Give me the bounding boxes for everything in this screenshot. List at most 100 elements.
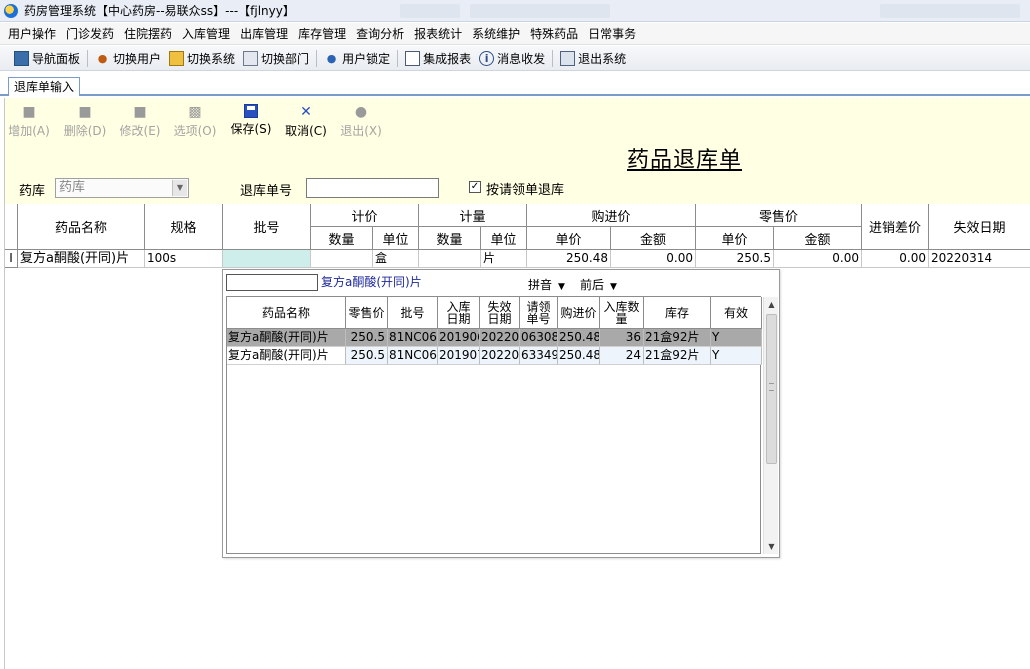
menu-system[interactable]: 系统维护 [470, 25, 528, 42]
tab-strip: 退库单输入 [0, 72, 1030, 96]
col-header-retail-amount[interactable]: 金额 [774, 227, 862, 250]
popup-vertical-scrollbar[interactable]: ▲ ▼ [763, 297, 778, 554]
toolbar-separator [397, 49, 399, 67]
menu-outbound[interactable]: 出库管理 [238, 25, 296, 42]
col-header-expiry[interactable]: 失效日期 [929, 204, 1030, 250]
col-header-name[interactable]: 药品名称 [18, 204, 145, 250]
add-icon: ■ [22, 104, 36, 120]
cell-retail-amount[interactable]: 0.00 [774, 250, 862, 268]
batch-cell-in-date: 201906 [438, 329, 480, 347]
cell-margin[interactable]: 0.00 [862, 250, 929, 268]
switch-system-button[interactable]: 切换系统 [165, 48, 239, 68]
row-indicator: I [5, 250, 18, 268]
cell-measure-qty[interactable] [419, 250, 481, 268]
batch-col-stock[interactable]: 库存 [644, 297, 711, 329]
warehouse-select[interactable]: 药库 ▼ [55, 178, 189, 198]
menu-inpatient-dispense[interactable]: 住院摆药 [122, 25, 180, 42]
toolbar-label: 切换系统 [187, 51, 236, 66]
user-lock-button[interactable]: ● 用户锁定 [320, 48, 394, 68]
menu-user-ops[interactable]: 用户操作 [6, 25, 64, 42]
scroll-down-icon[interactable]: ▼ [764, 539, 779, 554]
edit-button-label: 修改(E) [119, 124, 161, 138]
popup-search-input[interactable] [226, 274, 318, 291]
menu-reports[interactable]: 报表统计 [412, 25, 470, 42]
col-group-pricing: 计价 [311, 204, 419, 227]
match-mode-dropdown[interactable]: 前后 ▼ [580, 276, 617, 293]
col-header-measure-qty[interactable]: 数量 [419, 227, 481, 250]
col-header-purchase-amount[interactable]: 金额 [611, 227, 696, 250]
cell-batch[interactable] [223, 250, 311, 268]
cell-price-qty[interactable] [311, 250, 373, 268]
toolbar-label: 切换部门 [261, 51, 310, 66]
by-requisition-checkbox[interactable]: ✓ [469, 181, 481, 193]
cell-measure-unit[interactable]: 片 [481, 250, 527, 268]
batch-col-batch[interactable]: 批号 [388, 297, 438, 329]
batch-cell-req-no: 633497 [520, 347, 558, 365]
return-no-input[interactable] [306, 178, 439, 198]
cell-purchase-amount[interactable]: 0.00 [611, 250, 696, 268]
col-header-measure-unit[interactable]: 单位 [481, 227, 527, 250]
navigation-panel-button[interactable]: 导航面板 [10, 48, 84, 68]
col-header-price-qty[interactable]: 数量 [311, 227, 373, 250]
exit-system-button[interactable]: 退出系统 [556, 48, 630, 68]
batch-col-valid[interactable]: 有效 [711, 297, 762, 329]
menu-outpatient-dispense[interactable]: 门诊发药 [64, 25, 122, 42]
switch-department-button[interactable]: 切换部门 [239, 48, 313, 68]
message-button[interactable]: i 消息收发 [475, 48, 549, 68]
batch-col-retail[interactable]: 零售价 [346, 297, 388, 329]
switch-user-button[interactable]: ● 切换用户 [91, 48, 165, 68]
exit-button-label: 退出(X) [340, 124, 382, 138]
save-button[interactable]: 保存(S) [229, 104, 273, 137]
menu-query[interactable]: 查询分析 [354, 25, 412, 42]
batch-col-req-no[interactable]: 请领 单号 [520, 297, 558, 329]
cell-price-unit[interactable]: 盒 [373, 250, 419, 268]
scroll-grip-icon [769, 383, 774, 391]
batch-col-exp-date[interactable]: 失效 日期 [480, 297, 520, 329]
exit-button[interactable]: ● 退出(X) [339, 104, 383, 139]
menu-inbound[interactable]: 入库管理 [180, 25, 238, 42]
cell-purchase-price[interactable]: 250.48 [527, 250, 611, 268]
cell-retail-price[interactable]: 250.5 [696, 250, 774, 268]
tab-return-input[interactable]: 退库单输入 [8, 77, 81, 96]
integrated-report-button[interactable]: 集成报表 [401, 48, 475, 68]
switch-user-icon: ● [97, 51, 108, 65]
cell-spec[interactable]: 100s [145, 250, 223, 268]
scroll-up-icon[interactable]: ▲ [764, 297, 779, 312]
header-text: 有效 [723, 305, 748, 320]
header-text: 请领 [526, 299, 551, 314]
col-header-price-unit[interactable]: 单位 [373, 227, 419, 250]
batch-col-purchase[interactable]: 购进价 [558, 297, 600, 329]
chevron-down-icon[interactable]: ▼ [172, 180, 187, 196]
header-text: 药品名称 [261, 305, 310, 320]
batch-col-name[interactable]: 药品名称 [227, 297, 346, 329]
cell-expiry[interactable]: 20220314 [929, 250, 1030, 268]
header-text: 失效 [487, 299, 512, 314]
col-header-purchase-price[interactable]: 单价 [527, 227, 611, 250]
batch-col-in-qty[interactable]: 入库数量 [600, 297, 644, 329]
batch-cell-purchase: 250.48 [558, 329, 600, 347]
document-title: 药品退库单 [627, 148, 743, 173]
cancel-button[interactable]: ✕ 取消(C) [284, 104, 328, 139]
menu-inventory[interactable]: 库存管理 [296, 25, 354, 42]
add-button[interactable]: ■ 增加(A) [7, 104, 51, 139]
batch-col-in-date[interactable]: 入库 日期 [438, 297, 480, 329]
pinyin-mode-label: 拼音 [528, 278, 553, 292]
col-header-margin[interactable]: 进销差价 [862, 204, 929, 250]
menu-daily[interactable]: 日常事务 [586, 25, 644, 42]
col-header-batch[interactable]: 批号 [223, 204, 311, 250]
col-header-spec[interactable]: 规格 [145, 204, 223, 250]
cell-drug-name[interactable]: 复方a酮酸(开同)片 [18, 250, 145, 268]
col-header-retail-price[interactable]: 单价 [696, 227, 774, 250]
edit-button[interactable]: ■ 修改(E) [118, 104, 162, 139]
pinyin-mode-dropdown[interactable]: 拼音 ▼ [528, 276, 565, 293]
options-button[interactable]: ▩ 选项(O) [173, 104, 217, 139]
cancel-icon: ✕ [300, 104, 312, 120]
options-icon: ▩ [188, 104, 202, 120]
delete-button[interactable]: ■ 删除(D) [63, 104, 107, 139]
toolbar-label: 切换用户 [113, 51, 162, 66]
switch-department-icon [243, 50, 259, 66]
batch-cell-valid: Y [711, 347, 762, 365]
exit-icon: ● [354, 104, 368, 120]
menu-special-drugs[interactable]: 特殊药品 [528, 25, 586, 42]
col-group-measure: 计量 [419, 204, 527, 227]
